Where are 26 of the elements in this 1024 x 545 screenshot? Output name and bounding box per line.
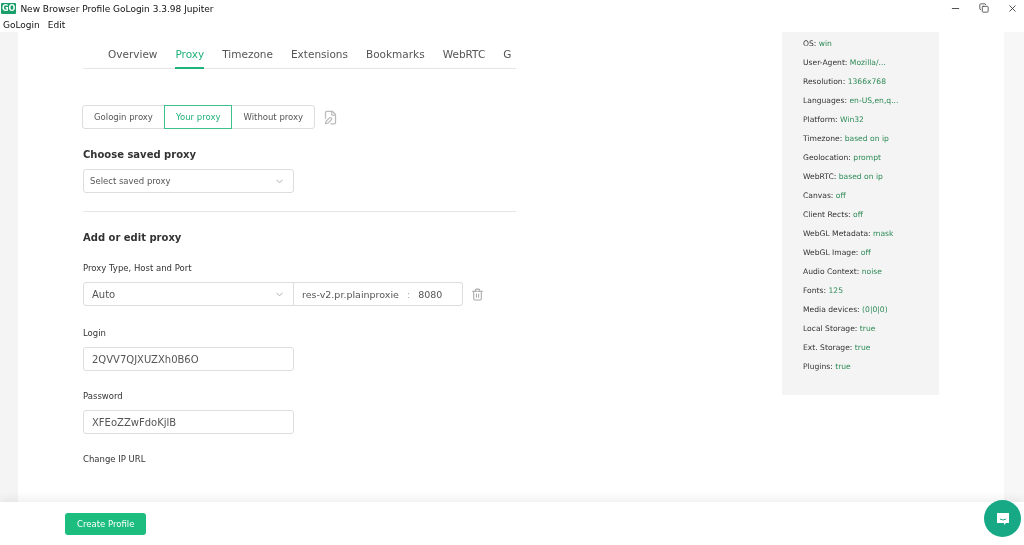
- tab[interactable]: Timezone: [222, 41, 273, 69]
- field-label: Change IP URL: [83, 454, 147, 464]
- field-label: Password: [83, 391, 124, 401]
- tab[interactable]: Overview: [108, 41, 158, 69]
- proxy-mode-button[interactable]: Without proxy: [231, 105, 316, 129]
- login-field[interactable]: 2QVV7QJXUZXh0B6O: [83, 347, 294, 371]
- tab[interactable]: G: [503, 41, 512, 69]
- window-title: New Browser Profile GoLogin 3.3.98 Jupiter: [20, 3, 214, 14]
- app-logo: GO: [1, 3, 17, 14]
- chat-icon: [994, 510, 1011, 527]
- section-heading: Choose saved proxy: [83, 149, 197, 160]
- section-heading: Add or edit proxy: [83, 232, 183, 243]
- host-port-field[interactable]: res-v2.pr.plainproxie : 8080: [294, 282, 463, 306]
- saved-proxy-select[interactable]: Select saved proxy: [83, 169, 294, 193]
- password-field[interactable]: XFEoZZwFdoKjlB: [83, 410, 294, 434]
- field-label: Login: [83, 328, 107, 338]
- tab[interactable]: Bookmarks: [366, 41, 425, 69]
- tab[interactable]: WebRTC: [442, 41, 486, 69]
- field-label: Proxy Type, Host and Port: [83, 263, 193, 273]
- proxy-type-select[interactable]: Auto: [83, 282, 294, 306]
- close-icon[interactable]: [1007, 3, 1018, 14]
- menu-item[interactable]: Edit: [47, 19, 66, 30]
- menu-item[interactable]: GoLogin: [3, 19, 40, 30]
- proxy-mode-button[interactable]: Gologin proxy: [82, 105, 165, 129]
- tab[interactable]: Extensions: [290, 41, 348, 69]
- restore-icon[interactable]: [979, 3, 989, 13]
